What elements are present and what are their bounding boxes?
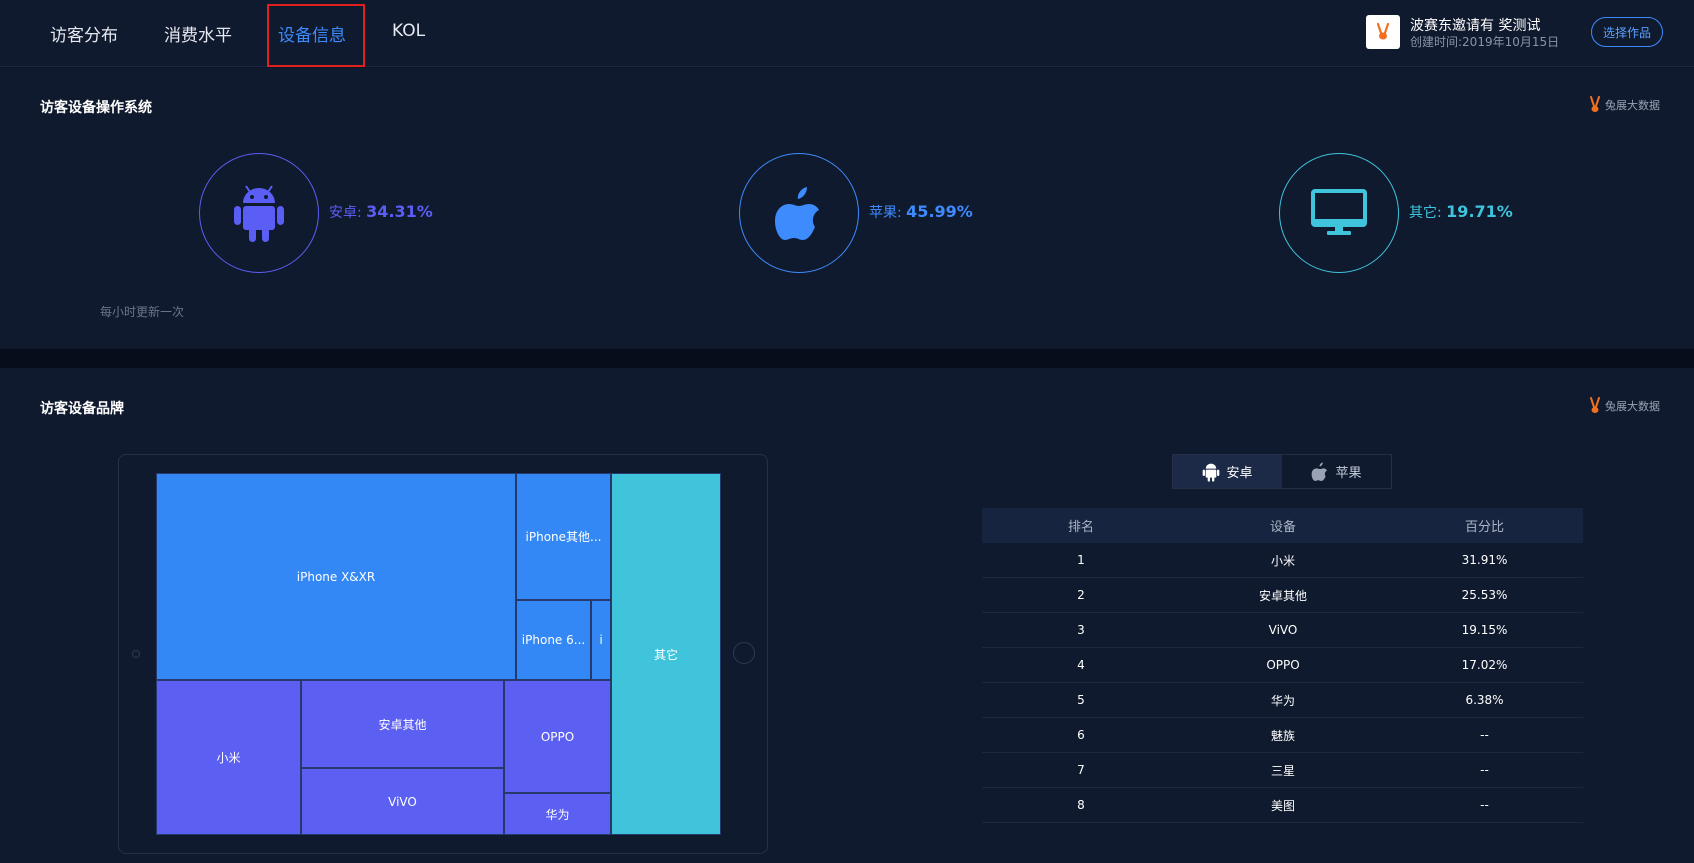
os-panel-title: 访客设备操作系统 — [40, 100, 152, 116]
toggle-apple-label: 苹果 — [1335, 466, 1362, 481]
cell-device: 小米 — [1270, 553, 1295, 568]
other-share-label: 其它: — [1409, 205, 1442, 221]
table-row: 4 OPPO 17.02% — [982, 648, 1583, 683]
treemap-cell-android-other[interactable]: 安卓其他 — [301, 680, 504, 768]
toggle-android-label: 安卓 — [1226, 466, 1253, 481]
apple-circle — [739, 153, 859, 273]
table-header: 排名 设备 百分比 — [982, 508, 1583, 543]
android-share-value: 34.31% — [366, 202, 433, 221]
panel-divider — [0, 349, 1694, 368]
table-row: 1 小米 31.91% — [982, 543, 1583, 578]
tab-consumption-level[interactable]: 消费水平 — [164, 21, 232, 46]
tablet-home-button — [733, 642, 755, 664]
monitor-icon — [1311, 189, 1367, 235]
other-circle — [1279, 153, 1399, 273]
treemap-cell-vivo[interactable]: ViVO — [301, 768, 504, 835]
cell-percent: -- — [1480, 728, 1489, 742]
device-rank-table: 排名 设备 百分比 1 小米 31.91% 2 安卓其他 25.53% 3 Vi… — [982, 508, 1583, 823]
brand-watermark-text: 兔展大数据 — [1605, 400, 1660, 413]
treemap-cell-oppo[interactable]: OPPO — [504, 680, 611, 793]
header-percent: 百分比 — [1464, 520, 1504, 535]
toggle-apple-button[interactable]: 苹果 — [1282, 455, 1391, 488]
android-circle — [199, 153, 319, 273]
cell-percent: 31.91% — [1461, 553, 1508, 567]
treemap-cell-huawei[interactable]: 华为 — [504, 793, 611, 835]
table-row: 5 华为 6.38% — [982, 683, 1583, 718]
cell-rank: 4 — [1077, 658, 1085, 672]
toggle-android-button[interactable]: 安卓 — [1173, 455, 1282, 488]
cell-percent: -- — [1480, 763, 1489, 777]
brand-panel-title: 访客设备品牌 — [40, 401, 124, 417]
cell-percent: 6.38% — [1465, 693, 1504, 707]
tab-kol[interactable]: KOL — [392, 21, 425, 41]
treemap-cell-iphone-6[interactable]: iPhone 6... — [516, 600, 591, 680]
cell-rank: 2 — [1077, 588, 1085, 602]
cell-rank: 5 — [1077, 693, 1085, 707]
platform-toggle: 安卓 苹果 — [1172, 454, 1392, 489]
cell-device: 华为 — [1270, 693, 1295, 708]
apple-share-value: 45.99% — [906, 202, 973, 221]
tablet-camera — [132, 650, 140, 658]
android-share: 安卓: 34.31% — [329, 202, 433, 222]
treemap-cell-xiaomi[interactable]: 小米 — [156, 680, 301, 835]
cell-rank: 1 — [1077, 553, 1085, 567]
table-row: 6 魅族 -- — [982, 718, 1583, 753]
table-row: 2 安卓其他 25.53% — [982, 578, 1583, 613]
apple-icon — [1312, 462, 1328, 481]
table-row: 8 美图 -- — [982, 788, 1583, 823]
work-thumbnail — [1366, 15, 1400, 49]
cell-rank: 7 — [1077, 763, 1085, 777]
cell-percent: 25.53% — [1461, 588, 1508, 602]
cell-device: OPPO — [1266, 658, 1300, 672]
android-icon — [1203, 463, 1220, 482]
treemap-cell-iphone-small[interactable]: i — [591, 600, 611, 680]
cell-rank: 3 — [1077, 623, 1085, 637]
active-tab-highlight — [267, 4, 365, 67]
select-work-button[interactable]: 选择作品 — [1591, 17, 1663, 47]
top-nav-bar: 访客分布 消费水平 设备信息 KOL 波赛东邀请有 奖测试 创建时间:2019年… — [0, 0, 1694, 67]
rabbit-logo-icon — [1590, 96, 1600, 112]
android-share-label: 安卓: — [329, 205, 362, 221]
cell-rank: 6 — [1077, 728, 1085, 742]
other-share: 其它: 19.71% — [1409, 202, 1513, 222]
apple-icon — [775, 187, 819, 240]
treemap-cell-iphone-other[interactable]: iPhone其他... — [516, 473, 611, 600]
rabbit-logo-icon — [1376, 22, 1390, 40]
work-name: 波赛东邀请有 奖测试 — [1410, 18, 1541, 34]
cell-device: 三星 — [1270, 763, 1295, 778]
cell-device: 安卓其他 — [1258, 588, 1307, 603]
apple-share: 苹果: 45.99% — [869, 202, 973, 222]
treemap-cell-other[interactable]: 其它 — [611, 473, 721, 835]
brand-watermark-text: 兔展大数据 — [1605, 99, 1660, 112]
cell-percent: -- — [1480, 798, 1489, 812]
table-row: 7 三星 -- — [982, 753, 1583, 788]
other-share-value: 19.71% — [1446, 202, 1513, 221]
rabbit-logo-icon — [1590, 397, 1600, 413]
cell-rank: 8 — [1077, 798, 1085, 812]
header-rank: 排名 — [1067, 520, 1094, 535]
cell-device: 魅族 — [1270, 728, 1295, 743]
work-created-time: 创建时间:2019年10月15日 — [1410, 35, 1560, 49]
android-icon — [234, 185, 284, 242]
cell-device: 美图 — [1270, 798, 1295, 813]
header-device: 设备 — [1269, 520, 1296, 535]
cell-percent: 19.15% — [1461, 623, 1508, 637]
update-note: 每小时更新一次 — [100, 305, 185, 319]
brand-watermark: 兔展大数据 — [1588, 397, 1660, 415]
cell-device: ViVO — [1268, 623, 1298, 637]
apple-share-label: 苹果: — [869, 205, 902, 221]
brand-watermark: 兔展大数据 — [1588, 96, 1660, 114]
tab-visitor-distribution[interactable]: 访客分布 — [50, 21, 118, 46]
treemap-cell-iphone-x-xr[interactable]: iPhone X&XR — [156, 473, 516, 680]
table-row: 3 ViVO 19.15% — [982, 613, 1583, 648]
cell-percent: 17.02% — [1461, 658, 1508, 672]
